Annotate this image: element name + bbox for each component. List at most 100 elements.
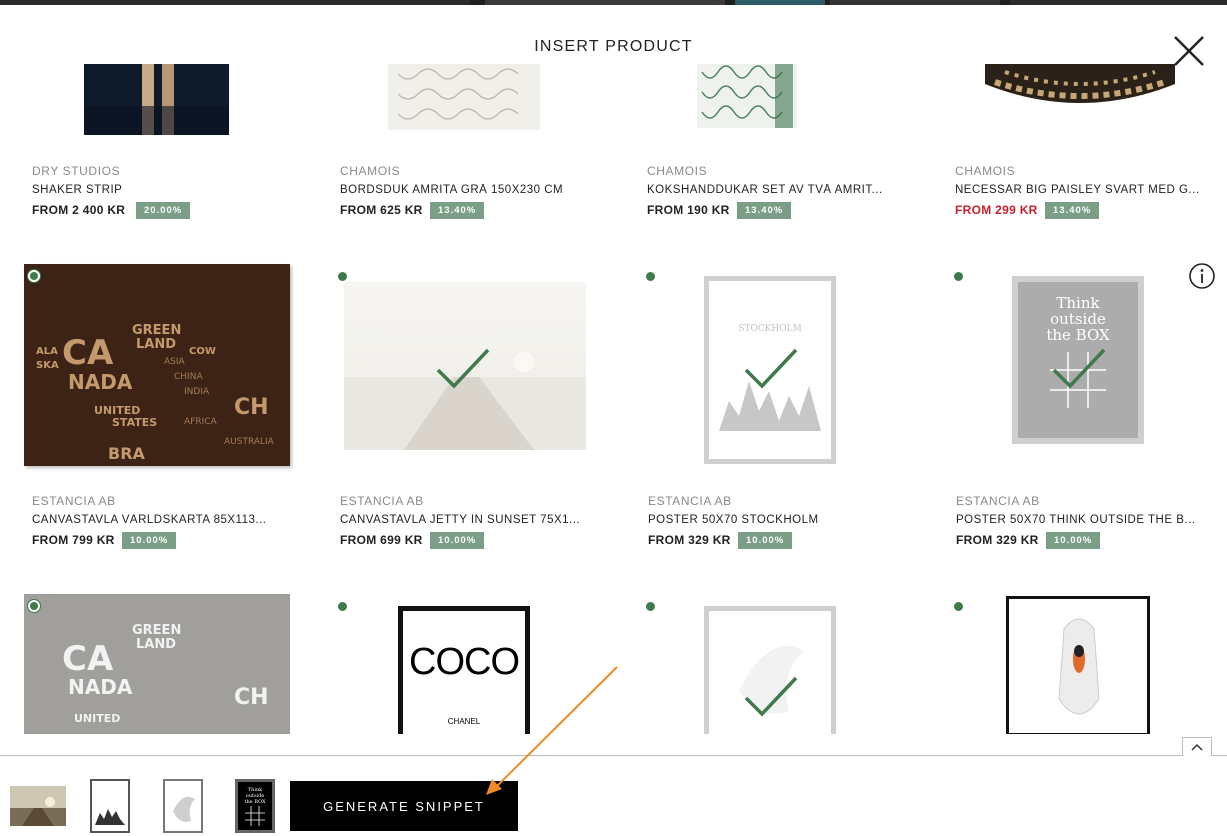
product-brand: CHAMOIS (955, 164, 1016, 178)
svg-text:UNITED: UNITED (74, 712, 120, 725)
product-name: CANVASTAVLA JETTY IN SUNSET 75X1... (340, 514, 581, 526)
discount-badge: 10.00% (122, 532, 177, 549)
map-word: BRA (108, 444, 146, 463)
product-card[interactable]: ESTANCIA AB CANVASTAVLA JETTY IN SUNSET … (332, 264, 612, 554)
poster-chanel-text: CHANEL (447, 717, 481, 726)
checkmark-icon (1052, 348, 1106, 389)
product-price: FROM 329 KR (956, 533, 1039, 547)
product-image (697, 64, 797, 128)
map-word: CH (234, 395, 269, 420)
selected-indicator (646, 602, 655, 611)
info-icon[interactable] (1188, 262, 1216, 290)
selected-thumbnail[interactable]: Think outside the BOX (235, 779, 275, 833)
discount-badge: 10.00% (738, 532, 793, 549)
svg-text:NADA: NADA (68, 675, 133, 699)
footer-divider (0, 755, 1227, 756)
svg-text:GREEN: GREEN (132, 623, 181, 638)
product-brand: ESTANCIA AB (956, 494, 1040, 508)
product-grid: DRY STUDIOS SHAKER STRIP FROM 2 400 KR 2… (0, 64, 1227, 734)
discount-badge: 10.00% (430, 532, 485, 549)
product-card[interactable]: CHAMOIS NECESSÄR BIG PAISLEY SVART MED G… (955, 64, 1227, 224)
product-name: POSTER 50X70 STOCKHOLM (648, 514, 819, 526)
selected-indicator (954, 602, 963, 611)
modal-title: INSERT PRODUCT (534, 38, 693, 55)
checkmark-icon (744, 348, 798, 389)
svg-text:ASIA: ASIA (164, 357, 186, 367)
product-card[interactable] (948, 594, 1227, 734)
product-name: BORDSDUK AMRITA GRÅ 150X230 CM (340, 184, 564, 196)
product-card[interactable]: CA NADA GREEN LAND CH UNITED (24, 594, 304, 734)
product-image (985, 64, 1175, 108)
map-word: GREEN (132, 323, 181, 338)
product-card[interactable]: CA NADA UNITED STATES GREEN LAND CH BRA … (24, 264, 304, 554)
svg-text:CH: CH (234, 685, 269, 710)
poster-stockholm-text: STOCKHOLM (738, 324, 802, 334)
product-card[interactable] (640, 594, 920, 734)
discount-badge: 13.40% (1045, 202, 1100, 219)
product-brand: CHAMOIS (340, 164, 401, 178)
svg-text:INDIA: INDIA (184, 387, 210, 397)
product-card[interactable]: CHAMOIS BORDSDUK AMRITA GRÅ 150X230 CM F… (340, 64, 620, 224)
product-price: FROM 2 400 KR (32, 203, 126, 217)
selected-indicator (28, 600, 40, 612)
selected-indicator (28, 270, 40, 282)
product-image (1006, 596, 1150, 734)
discount-badge: 13.40% (430, 202, 485, 219)
svg-text:AUSTRALIA: AUSTRALIA (224, 437, 275, 447)
svg-text:CHINA: CHINA (174, 372, 203, 382)
background-page-strip (0, 0, 1227, 5)
selected-indicator (338, 602, 347, 611)
scroll-up-button[interactable] (1182, 737, 1212, 756)
map-word: STATES (112, 416, 157, 429)
product-price: FROM 799 KR (32, 533, 115, 547)
map-word: NADA (68, 370, 133, 394)
product-name: KÖKSHANDDUKAR SET AV TVÅ AMRIT... (647, 184, 883, 196)
map-word: CA (62, 333, 114, 373)
selected-thumbnail[interactable] (163, 779, 203, 833)
map-word: ALA (36, 346, 58, 357)
product-name: NECESSÄR BIG PAISLEY SVART MED G... (955, 184, 1200, 196)
product-card[interactable]: Think outside the BOX ESTANCIA AB POSTER 5… (948, 264, 1227, 554)
selected-indicator (954, 272, 963, 281)
selected-thumbnail[interactable] (90, 779, 130, 833)
selected-indicator (338, 272, 347, 281)
product-image: COCO CHANEL (398, 606, 530, 734)
product-price: FROM 299 KR (955, 203, 1038, 217)
checkmark-icon (436, 348, 490, 389)
selected-thumbnail[interactable] (10, 786, 66, 826)
map-word: COW (189, 346, 216, 357)
generate-snippet-button[interactable]: GENERATE SNIPPET (290, 781, 518, 831)
product-card[interactable]: DRY STUDIOS SHAKER STRIP FROM 2 400 KR 2… (32, 64, 312, 224)
svg-text:AFRICA: AFRICA (184, 417, 218, 427)
map-word: SKA (36, 360, 59, 371)
discount-badge: 13.40% (737, 202, 792, 219)
selected-indicator (646, 272, 655, 281)
product-brand: DRY STUDIOS (32, 164, 121, 178)
product-card[interactable]: CHAMOIS KÖKSHANDDUKAR SET AV TVÅ AMRIT..… (647, 64, 927, 224)
product-price: FROM 329 KR (648, 533, 731, 547)
product-brand: CHAMOIS (647, 164, 708, 178)
product-name: POSTER 50X70 THINK OUTSIDE THE B... (956, 514, 1196, 526)
product-image (388, 64, 540, 130)
product-card[interactable]: COCO CHANEL (332, 594, 612, 734)
product-price: FROM 625 KR (340, 203, 423, 217)
product-price: FROM 190 KR (647, 203, 730, 217)
product-image (84, 64, 229, 135)
svg-text:the BOX: the BOX (244, 799, 266, 805)
discount-badge: 10.00% (1046, 532, 1101, 549)
product-image: CA NADA GREEN LAND CH UNITED (24, 594, 290, 734)
svg-text:CA: CA (62, 639, 114, 679)
product-name: SHAKER STRIP (32, 184, 123, 196)
poster-coco-text: COCO (409, 641, 520, 683)
product-brand: ESTANCIA AB (32, 494, 116, 508)
map-word: LAND (136, 337, 176, 352)
product-name: CANVASTAVLA VÄRLDSKARTA 85X113... (32, 514, 267, 526)
poster-think-line: the BOX (1046, 326, 1110, 344)
product-brand: ESTANCIA AB (648, 494, 732, 508)
product-image: CA NADA UNITED STATES GREEN LAND CH BRA … (24, 264, 290, 466)
product-card[interactable]: STOCKHOLM ESTANCIA AB POSTER 50X70 STOCK… (640, 264, 920, 554)
product-price: FROM 699 KR (340, 533, 423, 547)
checkmark-icon (744, 676, 798, 717)
product-brand: ESTANCIA AB (340, 494, 424, 508)
svg-text:LAND: LAND (136, 637, 176, 652)
